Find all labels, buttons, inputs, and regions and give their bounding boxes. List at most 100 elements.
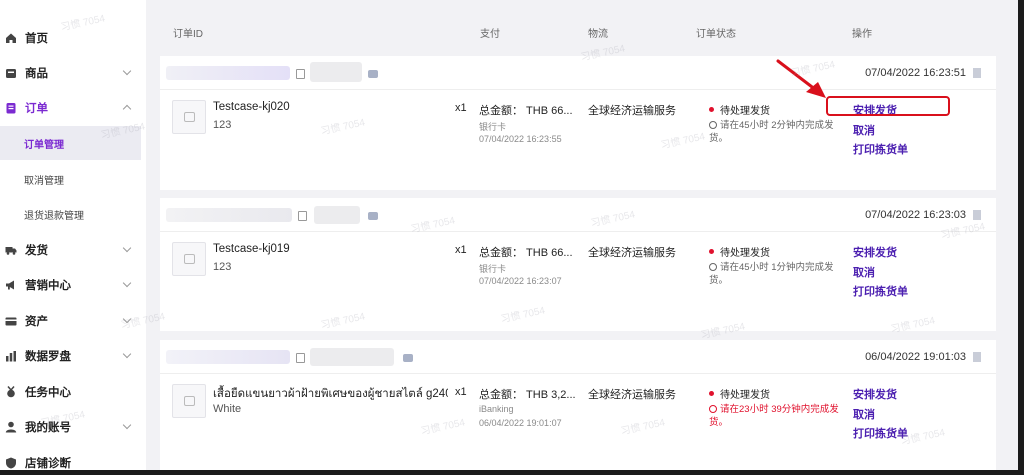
payment-method: 银行卡	[479, 264, 507, 274]
arrange-shipment-link[interactable]: 安排发货	[853, 244, 897, 260]
product-thumbnail	[172, 100, 206, 134]
sidebar-item-data-compass[interactable]: 数据罗盘	[0, 344, 146, 368]
sidebar-item-order[interactable]: 订单	[0, 96, 146, 120]
sidebar-item-task-center[interactable]: 任务中心	[0, 380, 146, 404]
user-icon	[5, 421, 17, 433]
clock-icon	[709, 405, 717, 413]
clock-icon	[709, 263, 717, 271]
sidebar-item-label: 营销中心	[25, 280, 71, 292]
print-picklist-link[interactable]: 打印拣货单	[853, 141, 908, 157]
sidebar-subitem-label: 取消管理	[24, 175, 64, 187]
product-qty: x1	[455, 386, 467, 398]
sidebar-item-shop-diagnosis[interactable]: 店铺诊断	[0, 451, 146, 470]
sidebar-item-label: 首页	[25, 33, 48, 45]
status-dot-icon	[709, 391, 714, 396]
product-sku: White	[213, 403, 242, 415]
chat-icon[interactable]	[403, 354, 413, 362]
print-picklist-link[interactable]: 打印拣货单	[853, 283, 908, 299]
sidebar-subitem-cancel-management[interactable]: 取消管理	[0, 162, 141, 196]
column-header-actions: 操作	[852, 29, 872, 40]
flag-icon[interactable]	[973, 352, 981, 362]
order-card: 06/04/2022 19:01:03 เสื้อยืดแขนยาวผ้าฝ้า…	[160, 340, 996, 470]
product-name[interactable]: Testcase-kj020	[213, 101, 290, 113]
order-id-redacted	[166, 208, 292, 222]
sidebar: 首页 商品 订单 订单管理 取消管理 退货退款管理 发货 营销中心 资产 数据罗…	[0, 0, 146, 470]
chevron-down-icon	[122, 66, 132, 76]
clock-icon	[709, 121, 717, 129]
sidebar-subitem-refund-management[interactable]: 退货退款管理	[0, 197, 141, 231]
order-total: 总金额： THB 66...	[479, 105, 573, 117]
sidebar-item-label: 任务中心	[25, 387, 71, 399]
ship-deadline-urgent: 请在23小时 39分钟内完成发货。	[709, 403, 839, 429]
sidebar-item-label: 数据罗盘	[25, 351, 71, 363]
product-sku: 123	[213, 119, 232, 131]
logistics-service: 全球经济运输服务	[588, 389, 676, 401]
wallet-icon	[5, 315, 17, 327]
chat-icon[interactable]	[368, 212, 378, 220]
deadline-text: 请在45小时 1分钟内完成发货。	[709, 262, 834, 286]
product-qty: x1	[455, 102, 467, 114]
cancel-order-link[interactable]: 取消	[853, 406, 875, 422]
order-timestamp: 07/04/2022 16:23:03	[865, 209, 966, 221]
sidebar-item-label: 发货	[25, 245, 48, 257]
sidebar-item-assets[interactable]: 资产	[0, 309, 146, 333]
column-header-payment: 支付	[480, 29, 500, 40]
buyer-redacted	[314, 206, 360, 224]
order-icon	[5, 102, 17, 114]
order-card-header: 07/04/2022 16:23:51	[160, 56, 996, 90]
chevron-down-icon	[122, 278, 132, 288]
copy-icon[interactable]	[298, 211, 307, 221]
column-header-order-id: 订单ID	[173, 29, 203, 40]
flag-icon[interactable]	[973, 68, 981, 78]
chevron-down-icon	[122, 243, 132, 253]
logistics-service: 全球经济运输服务	[588, 247, 676, 259]
product-name[interactable]: เสื้อยืดแขนยาวผ้าฝ้ายพิเศษของผู้ชายสไตล์…	[213, 385, 448, 403]
sidebar-item-label: 资产	[25, 316, 48, 328]
product-thumbnail	[172, 384, 206, 418]
payment-method: iBanking	[479, 404, 514, 414]
buyer-redacted	[310, 62, 362, 82]
ship-deadline: 请在45小时 2分钟内完成发货。	[709, 119, 839, 145]
copy-icon[interactable]	[296, 353, 305, 363]
cancel-order-link[interactable]: 取消	[853, 122, 875, 138]
print-picklist-link[interactable]: 打印拣货单	[853, 425, 908, 441]
sidebar-item-marketing[interactable]: 营销中心	[0, 273, 146, 297]
sidebar-item-shipping[interactable]: 发货	[0, 238, 146, 262]
chat-icon[interactable]	[368, 70, 378, 78]
status-text: 待处理发货	[720, 248, 770, 259]
order-total: 总金额： THB 3,2...	[479, 389, 576, 401]
order-card-header: 06/04/2022 19:01:03	[160, 340, 996, 374]
sidebar-item-label: 商品	[25, 68, 48, 80]
status-badge: 待处理发货	[709, 244, 770, 259]
order-total: 总金额： THB 66...	[479, 247, 573, 259]
sidebar-item-home[interactable]: 首页	[0, 26, 146, 50]
image-placeholder-icon	[184, 254, 195, 264]
status-text: 待处理发货	[720, 390, 770, 401]
table-header: 订单ID 支付 物流 订单状态 操作	[146, 0, 1018, 58]
product-icon	[5, 67, 17, 79]
product-name[interactable]: Testcase-kj019	[213, 243, 290, 255]
payment-time: 06/04/2022 19:01:07	[479, 418, 562, 428]
sidebar-item-product[interactable]: 商品	[0, 61, 146, 85]
product-sku: 123	[213, 261, 232, 273]
copy-icon[interactable]	[296, 69, 305, 79]
image-placeholder-icon	[184, 112, 195, 122]
buyer-redacted	[310, 348, 394, 366]
sidebar-subitem-order-management[interactable]: 订单管理	[0, 126, 141, 160]
sidebar-item-label: 店铺诊断	[25, 458, 71, 470]
sidebar-subitem-label: 退货退款管理	[24, 210, 84, 222]
medal-icon	[5, 386, 17, 398]
status-badge: 待处理发货	[709, 386, 770, 401]
sidebar-item-my-account[interactable]: 我的账号	[0, 415, 146, 439]
arrange-shipment-link[interactable]: 安排发货	[853, 386, 897, 402]
annotation-arrow-icon	[772, 58, 832, 102]
flag-icon[interactable]	[973, 210, 981, 220]
sidebar-item-label: 订单	[25, 103, 48, 115]
deadline-text: 请在23小时 39分钟内完成发货。	[709, 404, 839, 428]
payment-time: 07/04/2022 16:23:07	[479, 276, 562, 286]
status-badge: 待处理发货	[709, 102, 770, 117]
sidebar-item-label: 我的账号	[25, 422, 71, 434]
order-row: เสื้อยืดแขนยาวผ้าฝ้ายพิเศษของผู้ชายสไตล์…	[160, 374, 996, 470]
cancel-order-link[interactable]: 取消	[853, 264, 875, 280]
megaphone-icon	[5, 279, 17, 291]
